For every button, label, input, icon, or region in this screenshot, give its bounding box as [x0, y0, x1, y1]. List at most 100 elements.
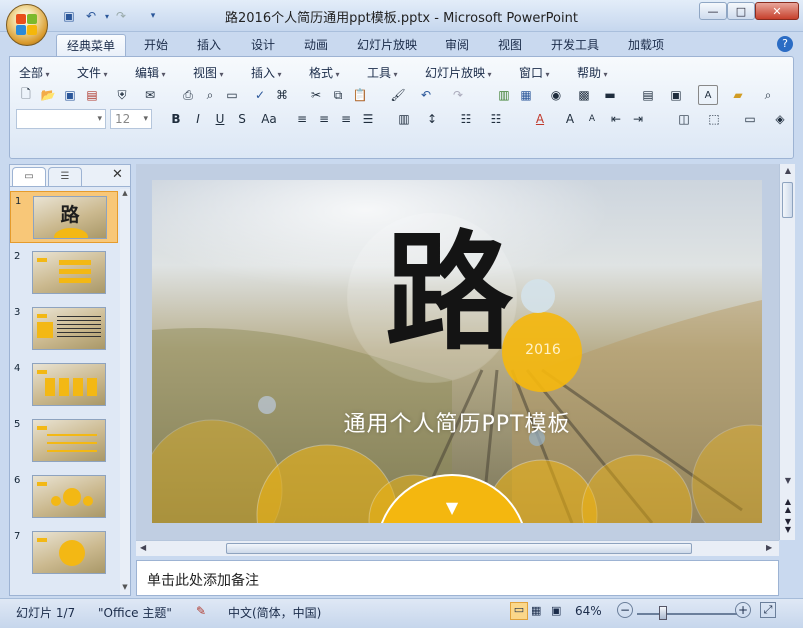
text-box-icon[interactable]: A	[698, 85, 718, 105]
help-icon[interactable]: ?	[777, 36, 793, 52]
thumbnail-scrollbar[interactable]: ▲ ▼	[120, 189, 130, 595]
print-icon[interactable]: ⎙	[178, 85, 198, 105]
notes-placeholder[interactable]: 单击此处添加备注	[147, 570, 259, 590]
picture-icon[interactable]: ▩	[574, 85, 594, 105]
align-left-icon[interactable]: ≡	[292, 109, 312, 129]
new-slide-icon[interactable]: ▤	[638, 85, 658, 105]
change-case-button[interactable]: Aa	[256, 109, 282, 129]
grow-font-icon[interactable]: A	[560, 109, 580, 129]
slide-vertical-scrollbar[interactable]: ▲ ▼ ▲ ▲ ▼ ▼	[779, 164, 795, 540]
print-preview-icon[interactable]: ⌕	[200, 85, 220, 105]
shadow-button[interactable]: S	[232, 109, 252, 129]
shrink-font-icon[interactable]: A	[582, 109, 602, 129]
redo-icon[interactable]: ↷	[448, 85, 468, 105]
notes-pane[interactable]: 单击此处添加备注	[136, 560, 779, 596]
slide-view-icon[interactable]: ▭	[222, 85, 242, 105]
line-spacing-icon[interactable]: ↕	[422, 109, 442, 129]
email-icon[interactable]: ✉	[140, 85, 160, 105]
slide-thumbnail[interactable]: 5	[10, 415, 118, 467]
slideshow-icon[interactable]: ▣	[551, 604, 561, 617]
menu-insert[interactable]: 插入	[251, 64, 282, 81]
slide-thumbnail[interactable]: 4	[10, 359, 118, 411]
research-icon[interactable]: ⌘	[272, 85, 292, 105]
table-icon[interactable]: ▦	[516, 85, 536, 105]
menu-slideshow[interactable]: 幻灯片放映	[425, 64, 492, 81]
arrange-icon[interactable]: ⬚	[704, 109, 724, 129]
slide-horizontal-scrollbar[interactable]: ◀ ▶	[136, 540, 779, 556]
tab-design[interactable]: 设计	[241, 34, 285, 56]
undo-icon[interactable]: ↶	[416, 85, 436, 105]
close-button[interactable]: ✕	[755, 2, 799, 20]
office-button[interactable]	[6, 4, 48, 46]
zoom-level[interactable]: 64%	[575, 604, 602, 618]
menu-format[interactable]: 格式	[309, 64, 340, 81]
tab-animations[interactable]: 动画	[294, 34, 338, 56]
tab-outline-icon[interactable]: ☰	[48, 167, 82, 186]
scroll-thumb[interactable]	[226, 543, 692, 554]
normal-view-icon[interactable]: ▭	[510, 602, 528, 620]
zoom-slider[interactable]	[637, 613, 737, 615]
tab-insert[interactable]: 插入	[187, 34, 231, 56]
slide-thumbnail[interactable]: 2	[10, 247, 118, 299]
scroll-up-icon[interactable]: ▲	[120, 189, 130, 201]
tab-view[interactable]: 视图	[488, 34, 532, 56]
tab-home[interactable]: 开始	[134, 34, 178, 56]
tab-classic-menu[interactable]: 经典菜单	[56, 34, 127, 56]
menu-window[interactable]: 窗口	[519, 64, 550, 81]
language[interactable]: 中文(简体，中国)	[228, 604, 321, 621]
zoom-in-icon[interactable]: +	[735, 602, 751, 618]
fit-to-window-icon[interactable]: ⤢	[760, 602, 776, 618]
menu-help[interactable]: 帮助	[577, 64, 608, 81]
columns-icon[interactable]: ▥	[394, 109, 414, 129]
underline-button[interactable]: U	[210, 109, 230, 129]
chart-icon[interactable]: ▥	[494, 85, 514, 105]
slide-sorter-icon[interactable]: ▦	[531, 604, 541, 617]
folder-icon[interactable]: ▰	[728, 85, 748, 105]
next-slide-icon[interactable]: ▼ ▼	[782, 518, 794, 534]
menu-view[interactable]: 视图	[193, 64, 224, 81]
font-name-select[interactable]	[16, 109, 106, 129]
clipart-icon[interactable]: ◉	[546, 85, 566, 105]
scroll-thumb[interactable]	[782, 182, 793, 218]
italic-button[interactable]: I	[188, 109, 208, 129]
scroll-down-icon[interactable]: ▼	[120, 583, 130, 595]
tab-slides-icon[interactable]: ▭	[12, 167, 46, 186]
slide-thumbnail[interactable]: 7	[10, 527, 118, 579]
shape-fill-icon[interactable]: ◈	[770, 109, 790, 129]
font-color-icon[interactable]: A	[530, 109, 550, 129]
minimize-button[interactable]: —	[699, 2, 727, 20]
zoom-slider-handle[interactable]	[659, 606, 667, 620]
zoom-out-icon[interactable]: −	[617, 602, 633, 618]
find-icon[interactable]: ⌕	[758, 85, 778, 105]
slide-thumbnail[interactable]: 3	[10, 303, 118, 355]
permission-icon[interactable]: ⛨	[112, 85, 132, 105]
tab-addins[interactable]: 加载项	[618, 34, 674, 56]
increase-indent-icon[interactable]: ⇥	[628, 109, 648, 129]
close-pane-icon[interactable]: ✕	[112, 167, 123, 182]
new-file-icon[interactable]: 🗋	[16, 85, 36, 105]
format-painter-icon[interactable]: 🖌	[388, 85, 408, 105]
menu-edit[interactable]: 编辑	[135, 64, 166, 81]
shapes-icon[interactable]: ◫	[674, 109, 694, 129]
align-center-icon[interactable]: ≡	[314, 109, 334, 129]
menu-all[interactable]: 全部	[19, 64, 50, 81]
spelling-icon[interactable]: ✓	[250, 85, 270, 105]
fill-color-icon[interactable]: ▬	[600, 85, 620, 105]
copy-icon[interactable]: ⧉	[328, 85, 348, 105]
save-icon[interactable]: ▣	[60, 85, 80, 105]
tab-slideshow[interactable]: 幻灯片放映	[347, 34, 427, 56]
open-icon[interactable]: 📂	[38, 85, 58, 105]
previous-slide-icon[interactable]: ▲ ▲	[782, 498, 794, 514]
spell-check-icon[interactable]: ✎	[196, 604, 206, 618]
align-right-icon[interactable]: ≡	[336, 109, 356, 129]
slide-thumbnail[interactable]: 1 路	[10, 191, 118, 243]
bullets-icon[interactable]: ☷	[486, 109, 506, 129]
justify-icon[interactable]: ☰	[358, 109, 378, 129]
tab-review[interactable]: 审阅	[435, 34, 479, 56]
bold-button[interactable]: B	[166, 109, 186, 129]
tab-developer[interactable]: 开发工具	[541, 34, 609, 56]
maximize-button[interactable]: □	[727, 2, 755, 20]
paste-icon[interactable]: 📋	[350, 85, 370, 105]
cut-icon[interactable]: ✂	[306, 85, 326, 105]
menu-tools[interactable]: 工具	[367, 64, 398, 81]
